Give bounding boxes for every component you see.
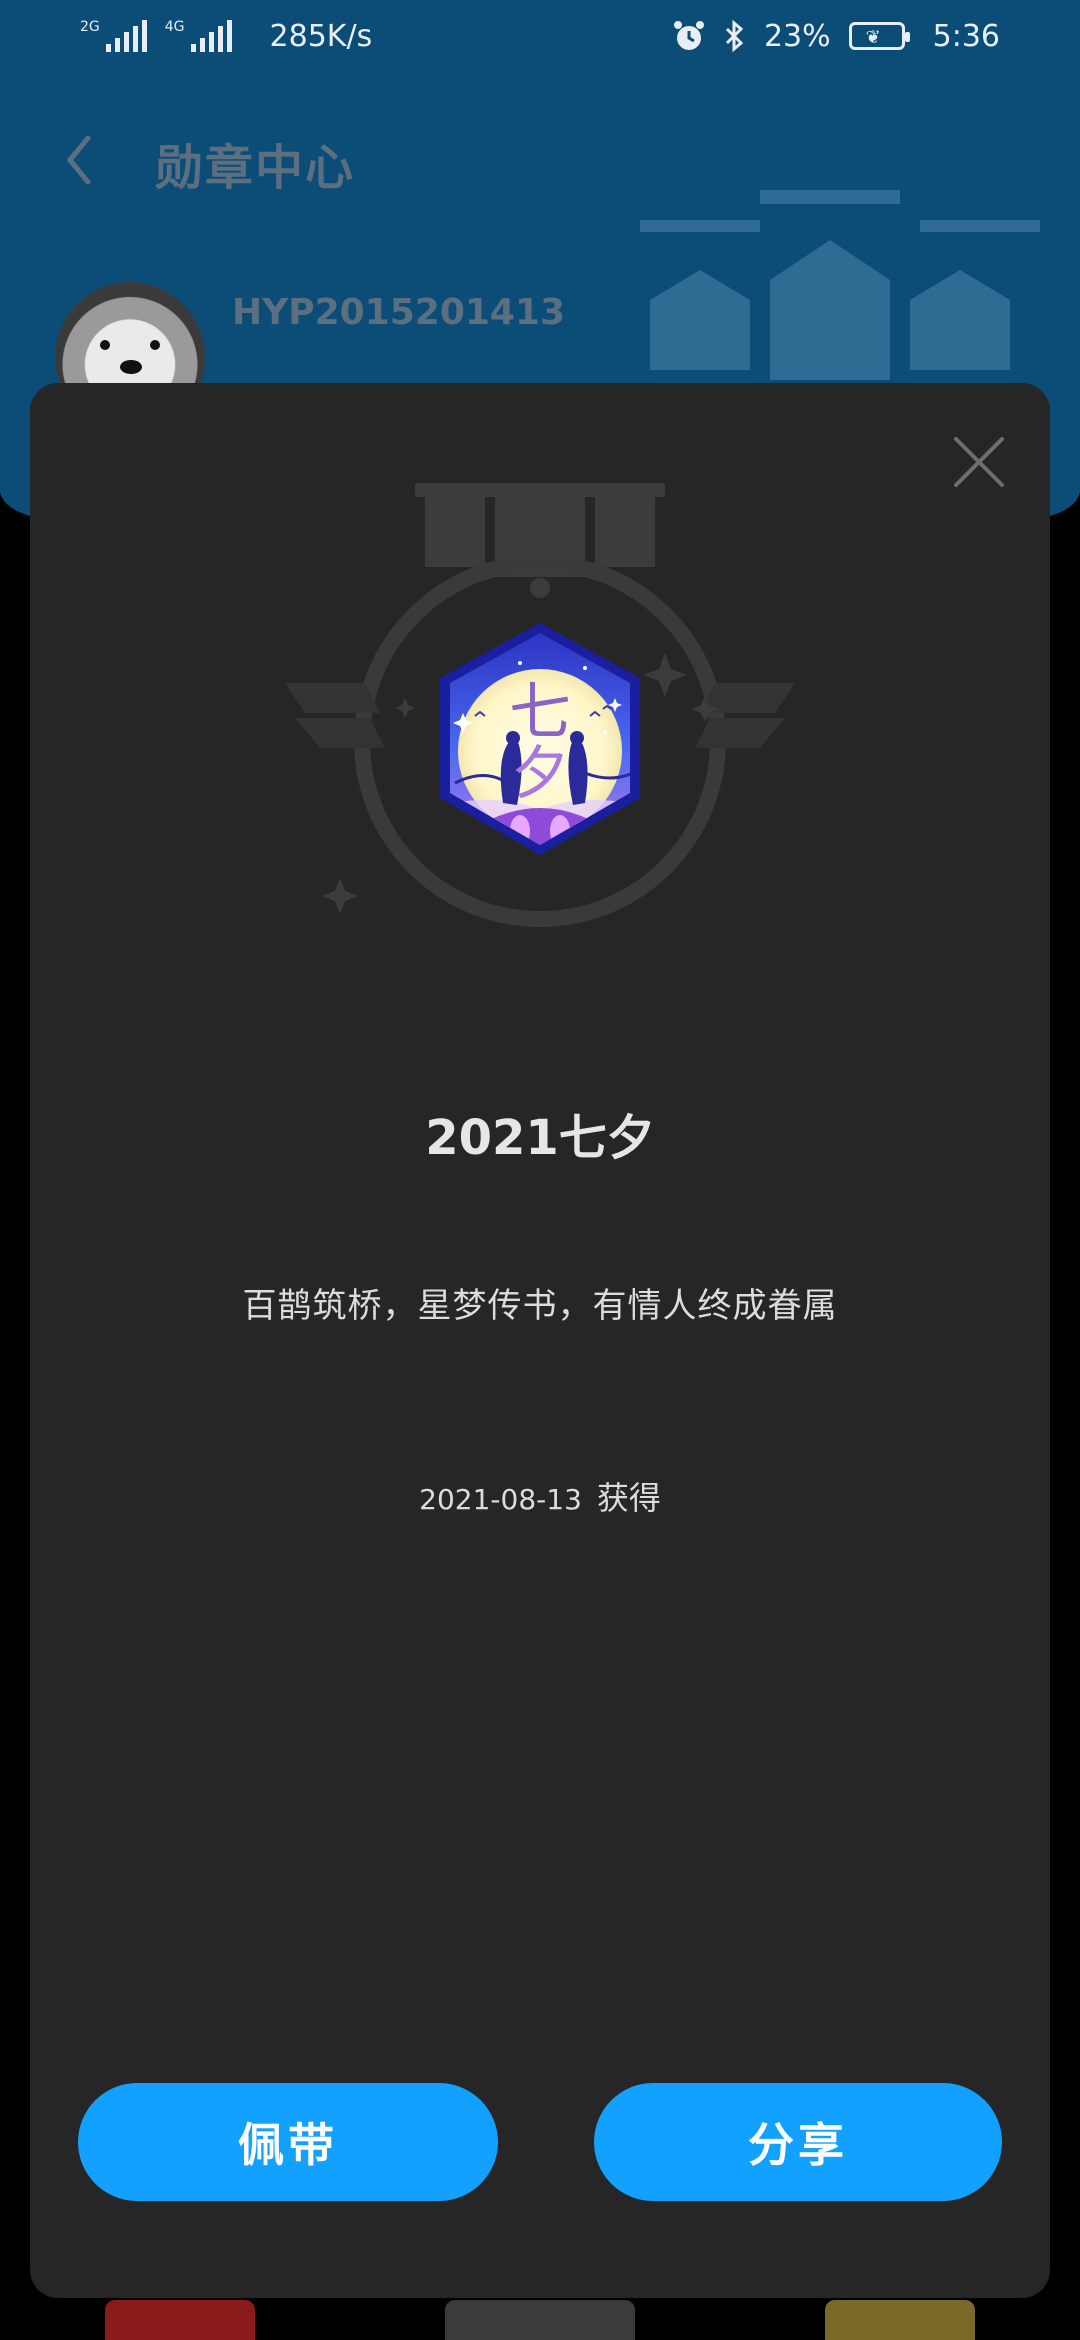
back-arrow-icon[interactable] [60, 130, 100, 190]
signal-4g-icon: 4G [165, 20, 232, 52]
battery-icon: ❦ [848, 22, 910, 50]
medal-description: 百鹊筑桥，星梦传书，有情人终成眷属 [242, 1286, 838, 1326]
bg-medal-card-1 [105, 2300, 255, 2340]
share-button[interactable]: 分享 [594, 2083, 1002, 2201]
network-speed: 285K/s [269, 18, 373, 54]
clock: 5:36 [932, 18, 1000, 54]
alarm-icon [673, 21, 704, 50]
status-bar: 2G 4G 285K/s 23% ❦ 5:36 [0, 0, 1080, 72]
obtained-date-line: 2021-08-13 获得 [30, 1473, 1050, 1519]
battery-percent: 23% [763, 18, 831, 54]
bg-medal-card-3 [825, 2300, 975, 2340]
page-title: 勋章中心 [155, 140, 356, 196]
medal-badge: 七 夕 [285, 483, 795, 927]
signal-2g-label: 2G [80, 19, 100, 35]
status-left: 2G 4G 285K/s [80, 19, 372, 54]
obtained-suffix: 获得 [596, 1479, 661, 1517]
signal-4g-label: 4G [164, 19, 185, 35]
obtained-date: 2021-08-13 [419, 1483, 582, 1516]
leaf-icon: ❦ [865, 27, 881, 48]
username: HYP2015201413 [232, 292, 566, 333]
medal-title: 2021七夕 [425, 1110, 655, 1166]
status-right: 23% ❦ 5:36 [672, 19, 1000, 54]
medal-dialog: 七 夕 2021七夕 百鹊筑桥，星梦传书，有情人终成眷属 2021-08-13 … [30, 383, 1050, 2298]
bluetooth-icon [725, 19, 744, 53]
header-medals-decoration [640, 190, 1040, 380]
bg-medal-card-2 [445, 2300, 635, 2340]
signal-2g-icon: 2G [80, 20, 147, 52]
wear-button[interactable]: 佩带 [78, 2083, 498, 2201]
close-icon[interactable] [950, 433, 1008, 491]
badge-char-bottom: 夕 [511, 739, 569, 807]
badge-char-top: 七 [509, 675, 571, 748]
